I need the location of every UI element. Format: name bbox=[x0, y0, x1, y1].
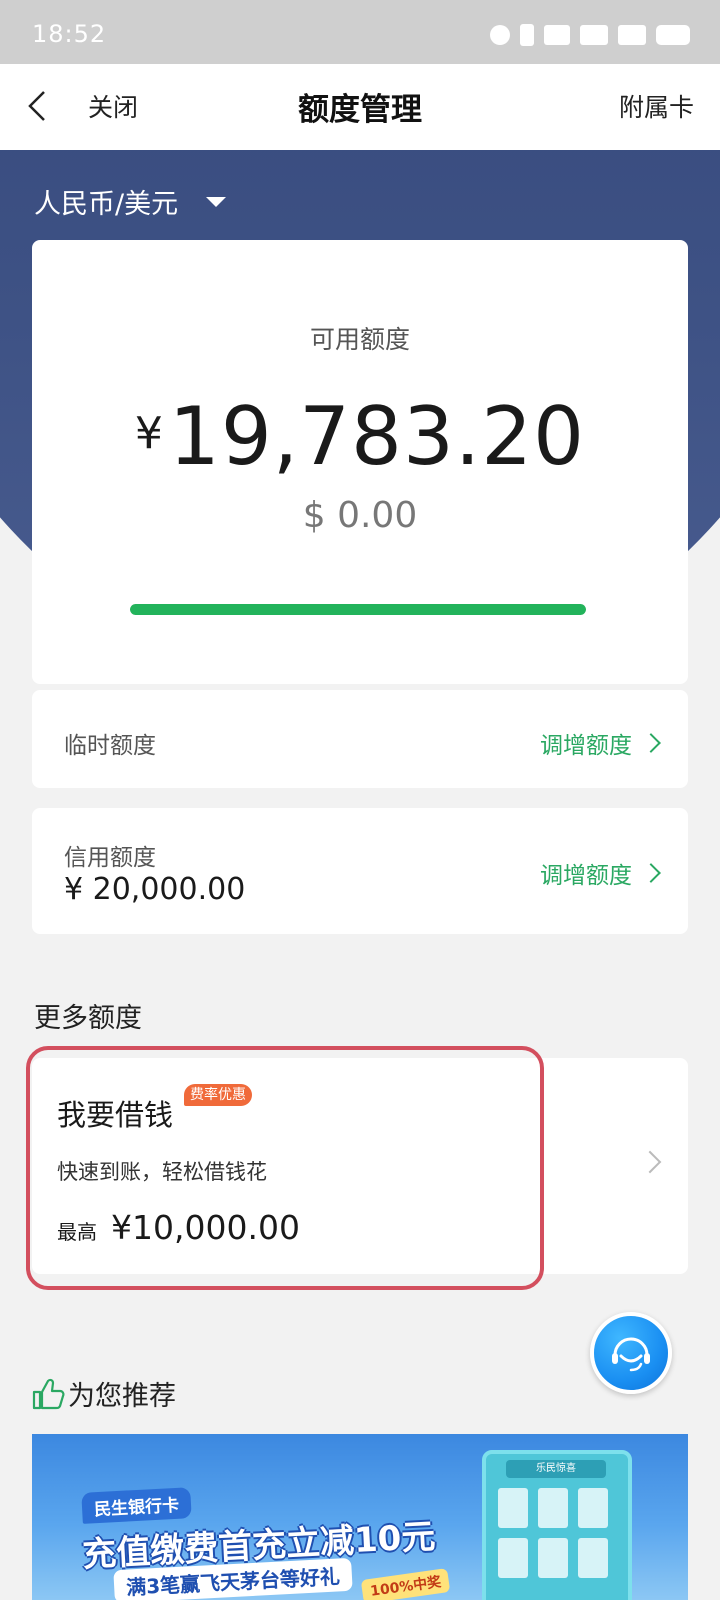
available-credit-amount: ¥19,783.20 bbox=[32, 390, 688, 483]
prize-item bbox=[498, 1488, 528, 1528]
borrow-title: 我要借钱 bbox=[57, 1098, 174, 1132]
prize-box-title: 乐民惊喜 bbox=[506, 1460, 606, 1478]
thumbs-up-icon bbox=[32, 1378, 65, 1409]
credit-usage-bar bbox=[130, 604, 586, 615]
chevron-right-icon bbox=[638, 1150, 662, 1174]
credit-usage-fill bbox=[130, 604, 586, 615]
chevron-right-icon bbox=[641, 733, 661, 753]
prize-item bbox=[538, 1538, 568, 1578]
status-bar: 18:52 bbox=[0, 0, 720, 64]
bank-card-tag: 民生银行卡 bbox=[81, 1487, 192, 1524]
prize-item bbox=[578, 1538, 608, 1578]
credit-limit-value: ¥ 20,000.00 bbox=[64, 872, 246, 907]
recommend-title: 为您推荐 bbox=[68, 1381, 176, 1412]
prize-item bbox=[538, 1488, 568, 1528]
increase-temporary-limit-link[interactable]: 调增额度 bbox=[540, 726, 661, 760]
headset-chat-icon bbox=[612, 1337, 650, 1372]
more-limits-title: 更多额度 bbox=[34, 1003, 142, 1034]
recommend-header: 为您推荐 bbox=[30, 1374, 176, 1413]
hd-icon bbox=[544, 25, 570, 45]
prize-item bbox=[498, 1538, 528, 1578]
available-credit-card: 可用额度 ¥19,783.20 $ 0.00 bbox=[32, 240, 688, 684]
max-value: ¥10,000.00 bbox=[111, 1208, 300, 1247]
borrow-max-amount: 最高 ¥10,000.00 bbox=[57, 1208, 300, 1247]
signal-5g-icon bbox=[580, 25, 608, 45]
back-button[interactable] bbox=[22, 86, 56, 126]
temporary-limit-label: 临时额度 bbox=[64, 733, 156, 759]
chevron-right-icon bbox=[641, 863, 661, 883]
temporary-limit-card: 临时额度 调增额度 bbox=[32, 690, 688, 788]
status-time: 18:52 bbox=[32, 20, 107, 48]
max-label: 最高 bbox=[57, 1220, 97, 1244]
currency-label: 人民币/美元 bbox=[34, 189, 179, 220]
vibrate-icon bbox=[520, 24, 534, 46]
increase-limit-label: 调增额度 bbox=[540, 863, 632, 889]
increase-limit-label: 调增额度 bbox=[540, 733, 632, 759]
battery-icon bbox=[656, 25, 690, 45]
promo-banner[interactable]: 民生银行卡 充值缴费首充立减10元 满3笔赢飞天茅台等好礼 100%中奖 乐民惊… bbox=[32, 1434, 688, 1600]
supplementary-card-button[interactable]: 附属卡 bbox=[619, 88, 694, 124]
prize-tag: 100%中奖 bbox=[360, 1568, 451, 1600]
credit-limit-card: 信用额度 ¥ 20,000.00 调增额度 bbox=[32, 808, 688, 934]
currency-symbol: ¥ bbox=[134, 408, 163, 459]
borrow-subtitle: 快速到账，轻松借钱花 bbox=[57, 1160, 267, 1184]
signal-5g-icon bbox=[618, 25, 646, 45]
chevron-left-icon bbox=[28, 91, 45, 121]
available-credit-label: 可用额度 bbox=[309, 325, 410, 354]
prize-item bbox=[578, 1488, 608, 1528]
currency-selector[interactable]: 人民币/美元 bbox=[34, 182, 227, 221]
prize-box-image: 乐民惊喜 bbox=[482, 1450, 632, 1600]
status-icons bbox=[490, 24, 690, 46]
alarm-icon bbox=[490, 25, 510, 45]
credit-limit-label: 信用额度 bbox=[64, 845, 156, 871]
borrow-money-card[interactable]: 我要借钱 费率优惠 快速到账，轻松借钱花 最高 ¥10,000.00 bbox=[32, 1058, 688, 1274]
usd-amount: $ 0.00 bbox=[302, 495, 418, 536]
customer-service-button[interactable] bbox=[590, 1312, 672, 1394]
amount-value: 19,783.20 bbox=[168, 390, 586, 483]
rate-discount-badge: 费率优惠 bbox=[184, 1084, 252, 1106]
nav-bar: 关闭 额度管理 附属卡 bbox=[0, 64, 720, 150]
close-button[interactable]: 关闭 bbox=[88, 88, 138, 124]
increase-credit-limit-link[interactable]: 调增额度 bbox=[540, 856, 661, 890]
dropdown-triangle-icon bbox=[206, 196, 227, 207]
